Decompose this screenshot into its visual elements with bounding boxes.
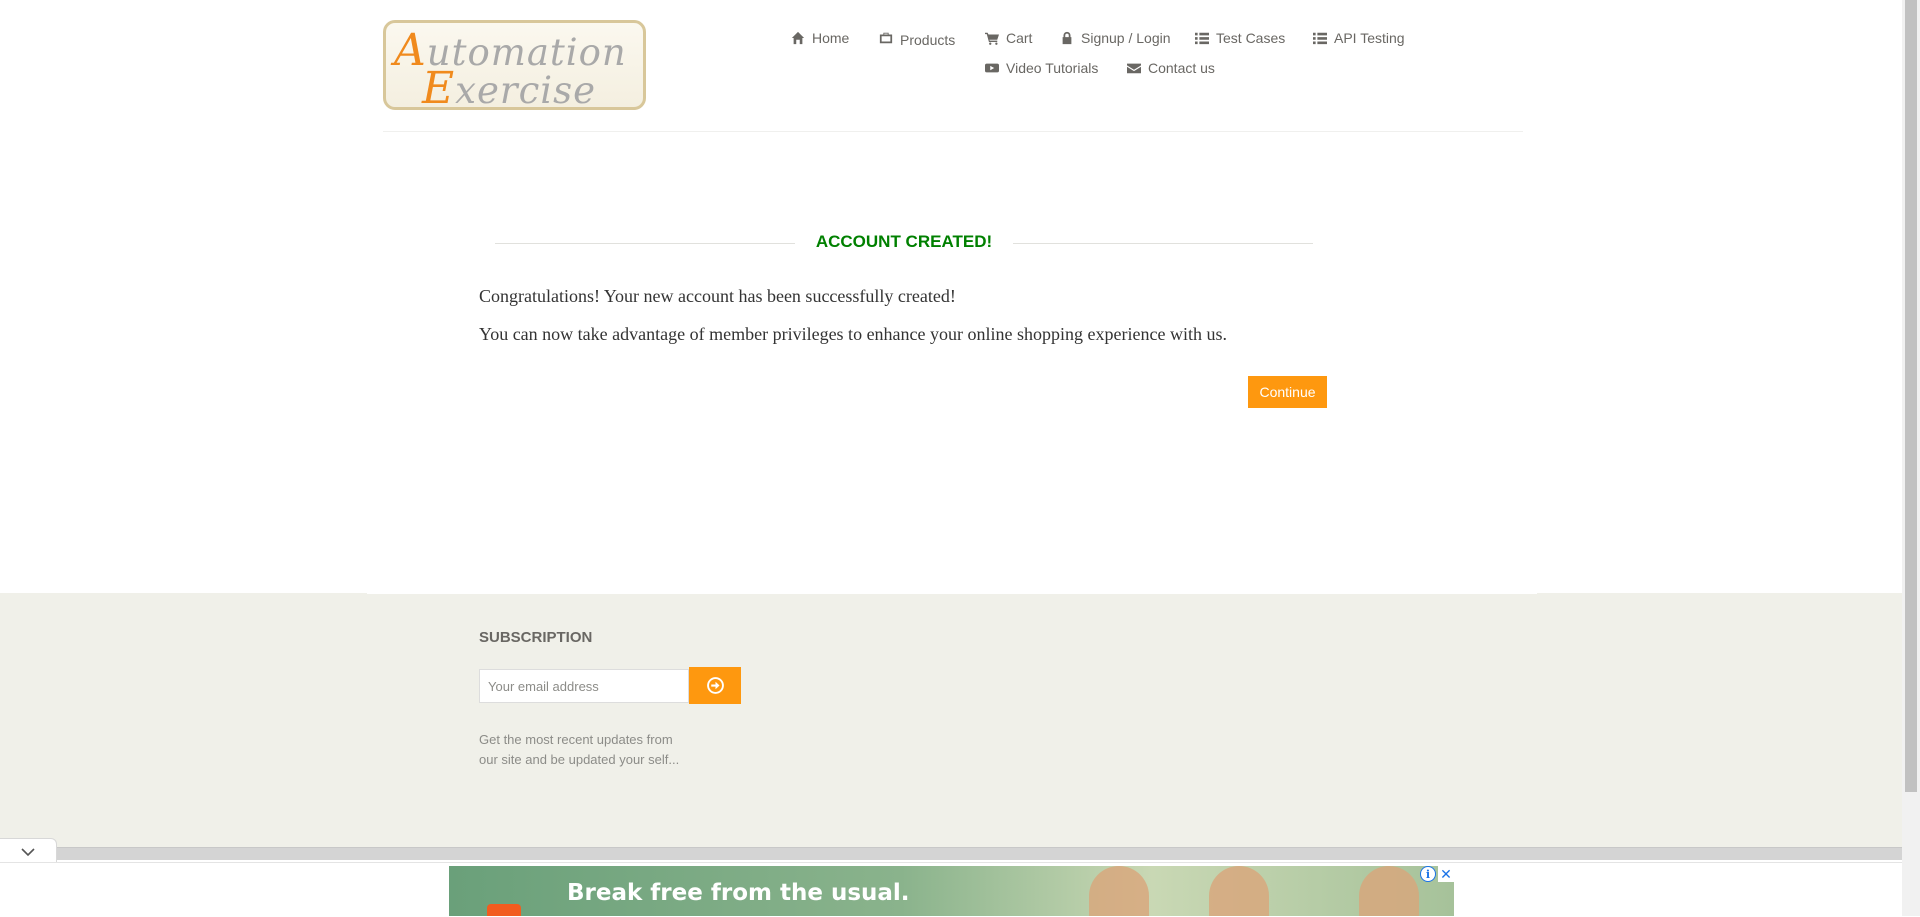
envelope-icon (1127, 63, 1141, 74)
nav-products-label: Products (900, 32, 956, 48)
chevron-down-icon (21, 848, 35, 857)
nav-video-tutorials[interactable]: Video Tutorials (985, 60, 1098, 76)
subscription-description-line-1: Get the most recent updates from (479, 732, 673, 747)
ad-person-image (1089, 866, 1149, 916)
title-divider-right (1013, 243, 1313, 244)
nav-signup-login[interactable]: Signup / Login (1060, 30, 1171, 46)
ad-person-image (1359, 866, 1419, 916)
subscribe-button[interactable] (689, 667, 741, 704)
nav-cart-label: Cart (1006, 30, 1033, 46)
page-title: ACCOUNT CREATED! (815, 232, 993, 251)
nav-home[interactable]: Home (791, 30, 849, 46)
lock-icon (1062, 31, 1072, 45)
nav-api-testing[interactable]: API Testing (1313, 30, 1405, 46)
ad-brand-logo (487, 904, 521, 916)
nav-signup-label: Signup / Login (1081, 30, 1171, 46)
congratulations-message: Congratulations! Your new account has be… (479, 286, 956, 306)
nav-test-cases[interactable]: Test Cases (1195, 30, 1285, 46)
continue-button[interactable]: Continue (1248, 376, 1327, 408)
cart-icon (985, 32, 999, 45)
account-created-heading: ACCOUNT CREATED! (495, 228, 1313, 258)
ad-info-icon[interactable]: i (1420, 866, 1436, 882)
list-icon (1313, 32, 1327, 45)
nav-home-label: Home (812, 30, 850, 46)
nav-contact-us[interactable]: Contact us (1127, 60, 1215, 76)
footer-top-divider (367, 593, 1537, 594)
home-icon (791, 31, 805, 45)
nav-api-testing-label: API Testing (1334, 30, 1405, 46)
subscription-email-input[interactable] (479, 669, 689, 703)
nav-contact-label: Contact us (1148, 60, 1215, 76)
subscription-description: Get the most recent updates from our sit… (479, 730, 719, 770)
vertical-scrollbar-thumb[interactable] (1905, 0, 1917, 792)
privileges-message: You can now take advantage of member pri… (479, 324, 1227, 344)
subscription-title: SUBSCRIPTION (479, 629, 593, 646)
nav-video-label: Video Tutorials (1006, 60, 1099, 76)
shopping-bag-icon (879, 32, 893, 44)
nav-test-cases-label: Test Cases (1216, 30, 1286, 46)
nav-products[interactable]: Products (879, 30, 956, 48)
horizontal-scrollbar[interactable] (56, 847, 1902, 860)
list-icon (1195, 32, 1209, 45)
ad-headline: Break free from the usual. (567, 880, 910, 906)
ad-banner[interactable]: Break free from the usual. (449, 866, 1454, 916)
arrow-circle-right-icon (706, 677, 724, 694)
header-divider (383, 131, 1523, 132)
subscription-description-line-2: our site and be updated your self... (479, 752, 680, 767)
site-logo[interactable]: Automation Exercise (383, 20, 646, 114)
ad-close-icon[interactable]: ✕ (1438, 866, 1454, 882)
ad-person-image (1209, 866, 1269, 916)
footer (0, 593, 1902, 848)
nav-cart[interactable]: Cart (985, 30, 1032, 46)
logo-line-2: Exercise (422, 63, 597, 114)
youtube-icon (985, 63, 999, 73)
